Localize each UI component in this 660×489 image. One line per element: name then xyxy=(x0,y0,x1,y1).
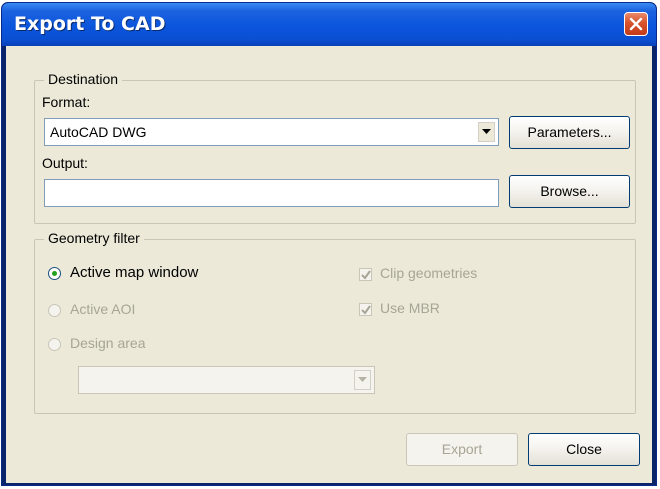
browse-button[interactable]: Browse... xyxy=(509,175,630,208)
design-area-label[interactable]: Design area xyxy=(70,335,146,351)
parameters-button[interactable]: Parameters... xyxy=(509,116,630,149)
output-path-input[interactable] xyxy=(44,179,499,207)
clip-geometries-label[interactable]: Clip geometries xyxy=(380,265,477,281)
use-mbr-checkbox[interactable] xyxy=(359,303,372,316)
active-aoi-radio[interactable] xyxy=(48,304,61,317)
output-label: Output: xyxy=(42,155,88,171)
active-map-window-radio[interactable] xyxy=(48,267,61,280)
format-dropdown-arrow[interactable] xyxy=(478,122,495,142)
export-to-cad-dialog: Export To CAD Destination Format: AutoCA… xyxy=(1,2,657,486)
design-area-dropdown[interactable] xyxy=(78,366,375,394)
radio-selected-dot xyxy=(52,271,57,276)
format-label: Format: xyxy=(42,94,91,110)
design-area-dropdown-arrow[interactable] xyxy=(354,370,371,390)
checkmark-icon xyxy=(361,305,371,315)
clip-geometries-checkbox[interactable] xyxy=(359,268,372,281)
format-dropdown[interactable]: AutoCAD DWG xyxy=(44,118,499,146)
destination-group-label: Destination xyxy=(44,71,123,87)
active-map-window-label[interactable]: Active map window xyxy=(70,264,198,281)
chevron-down-icon xyxy=(482,129,491,134)
format-dropdown-value: AutoCAD DWG xyxy=(50,124,147,140)
export-button[interactable]: Export xyxy=(406,433,518,466)
close-x-icon xyxy=(629,17,643,31)
design-area-radio[interactable] xyxy=(48,338,61,351)
dialog-title: Export To CAD xyxy=(14,13,166,35)
use-mbr-label[interactable]: Use MBR xyxy=(380,300,440,316)
dialog-body: Destination Format: AutoCAD DWG Paramete… xyxy=(6,46,652,483)
title-bar[interactable]: Export To CAD xyxy=(2,3,656,46)
active-aoi-label[interactable]: Active AOI xyxy=(70,301,135,317)
geometry-filter-group-label: Geometry filter xyxy=(44,230,144,246)
close-button[interactable]: Close xyxy=(528,433,640,466)
checkmark-icon xyxy=(361,270,371,280)
close-window-button[interactable] xyxy=(624,12,648,36)
chevron-down-icon xyxy=(358,377,367,382)
